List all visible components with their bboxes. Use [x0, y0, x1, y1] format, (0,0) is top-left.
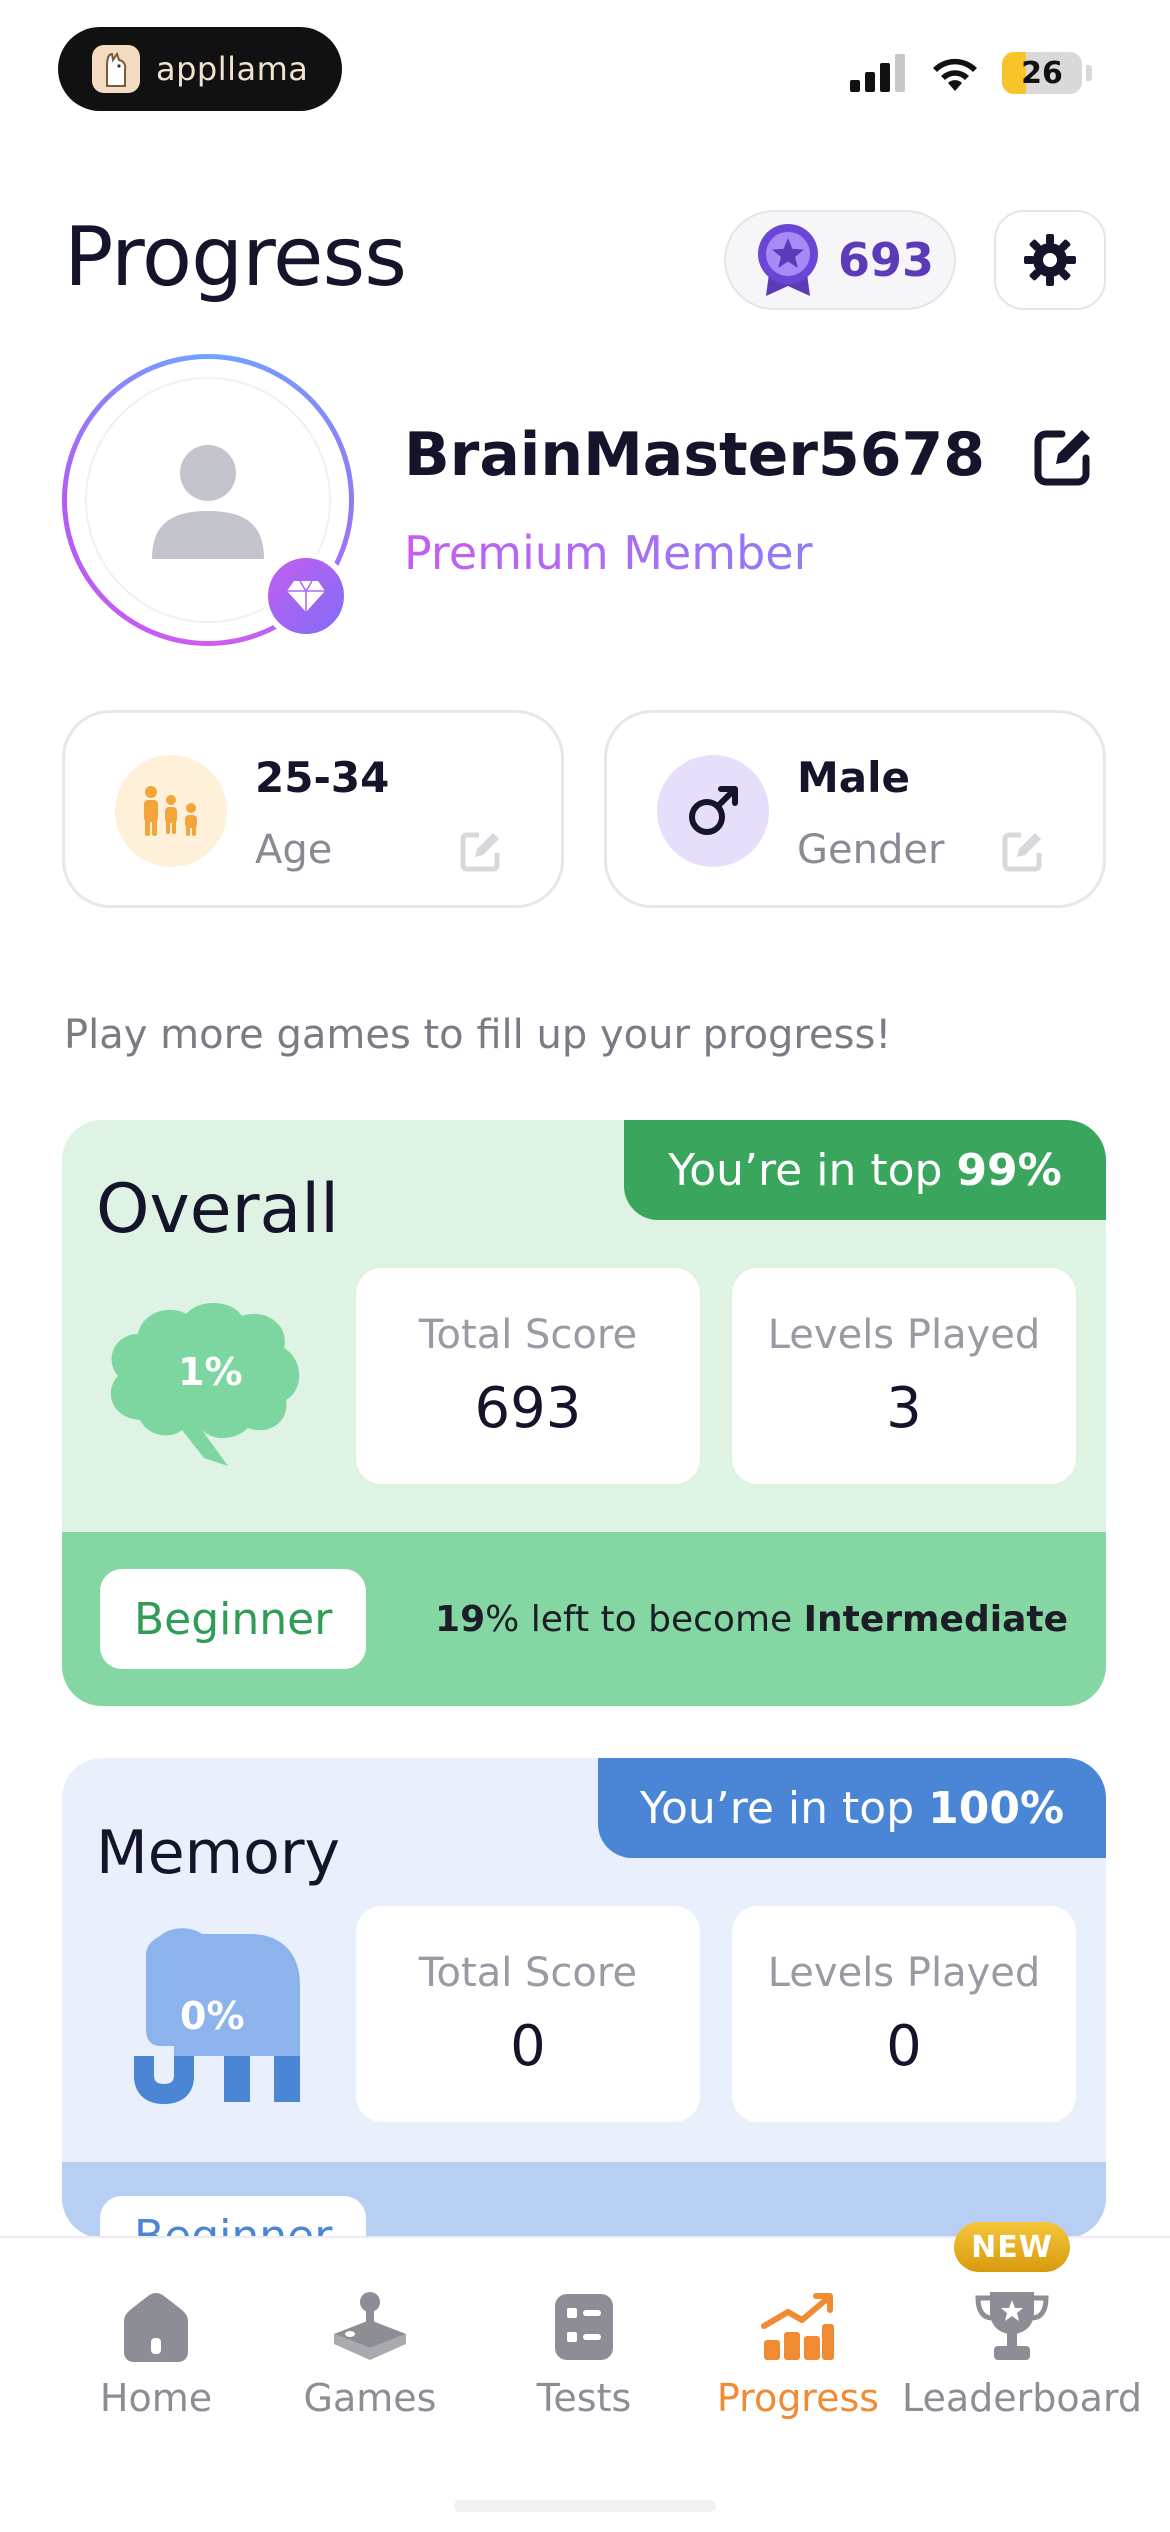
- tab-label: Tests: [536, 2376, 632, 2420]
- gear-icon: [1024, 234, 1076, 286]
- overall-title: Overall: [96, 1170, 340, 1249]
- home-indicator: [454, 2500, 716, 2512]
- memory-level-footer: Beginner: [62, 2162, 1106, 2238]
- rank-value: 100%: [928, 1782, 1065, 1834]
- tab-tests[interactable]: Tests: [474, 2266, 694, 2420]
- level-badge: Beginner: [100, 2196, 367, 2238]
- gender-card[interactable]: Male Gender: [604, 710, 1106, 908]
- age-label: Age: [255, 827, 333, 873]
- memory-levels-played: Levels Played 0: [732, 1906, 1076, 2122]
- edit-gender-icon[interactable]: [1001, 829, 1045, 873]
- gender-value: Male: [797, 753, 911, 802]
- edit-age-icon[interactable]: [459, 829, 503, 873]
- signal-icon: [850, 54, 905, 92]
- progress-hint: Play more games to fill up your progress…: [64, 1012, 892, 1058]
- page-title: Progress: [64, 210, 407, 305]
- left-text: % left to become: [485, 1598, 793, 1640]
- battery-indicator: 26: [1002, 52, 1082, 94]
- memory-percent: 0%: [180, 1994, 245, 2038]
- level-badge: Beginner: [100, 1569, 367, 1669]
- membership-status: Premium Member: [404, 526, 813, 580]
- overall-card[interactable]: You’re in top 99% Overall 1% Total Score…: [62, 1120, 1106, 1706]
- tab-progress[interactable]: Progress: [688, 2266, 908, 2420]
- memory-total-score: Total Score 0: [356, 1906, 700, 2122]
- family-icon: [115, 755, 227, 867]
- settings-button[interactable]: [994, 210, 1106, 310]
- rank-prefix: You’re in top: [639, 1782, 915, 1834]
- tab-label: Progress: [716, 2376, 880, 2420]
- battery-level: 26: [1021, 55, 1063, 91]
- elephant-icon: 0%: [100, 1926, 310, 2106]
- chart-icon: [761, 2293, 834, 2360]
- next-level: Intermediate: [803, 1598, 1068, 1640]
- total-score-label: Total Score: [418, 1312, 638, 1358]
- username: BrainMaster5678: [404, 420, 985, 490]
- app-name: appllama: [156, 50, 309, 88]
- overall-level-footer: Beginner 19% left to become Intermediate: [62, 1532, 1106, 1706]
- overall-total-score: Total Score 693: [356, 1268, 700, 1484]
- male-icon: [657, 755, 769, 867]
- wifi-icon: [933, 58, 977, 91]
- rank-value: 99%: [956, 1144, 1062, 1196]
- new-badge: NEW: [954, 2222, 1070, 2272]
- overall-levels-played: Levels Played 3: [732, 1268, 1076, 1484]
- bottom-tab-bar: Home Games Tests Progress Leaderboard: [0, 2236, 1170, 2532]
- tab-leaderboard[interactable]: Leaderboard: [902, 2266, 1143, 2420]
- memory-card[interactable]: You’re in top 100% Memory 0% Total Score…: [62, 1758, 1106, 2238]
- age-card[interactable]: 25-34 Age: [62, 710, 564, 908]
- diamond-icon: [287, 580, 325, 612]
- tab-label: Home: [99, 2376, 213, 2420]
- brain-icon: 1%: [100, 1290, 310, 1470]
- medal-icon: [758, 224, 818, 296]
- points-badge[interactable]: 693: [724, 210, 956, 310]
- left-percent: 19: [435, 1598, 486, 1640]
- age-value: 25-34: [255, 753, 390, 802]
- home-icon: [124, 2293, 188, 2362]
- levels-played-value: 3: [886, 1376, 922, 1441]
- levels-played-label: Levels Played: [767, 1312, 1041, 1358]
- memory-rank-banner: You’re in top 100%: [598, 1758, 1106, 1858]
- user-icon: [152, 445, 264, 559]
- llama-icon: [92, 45, 140, 93]
- gender-label: Gender: [797, 827, 945, 873]
- total-score-value: 0: [510, 2014, 546, 2079]
- system-status: 26: [850, 52, 1092, 94]
- overall-percent: 1%: [178, 1350, 243, 1394]
- tab-label: Leaderboard: [902, 2376, 1143, 2420]
- edit-profile-button[interactable]: [1032, 424, 1096, 488]
- total-score-label: Total Score: [418, 1950, 638, 1996]
- memory-title: Memory: [96, 1818, 341, 1888]
- trophy-icon: [975, 2292, 1049, 2360]
- clipboard-icon: [555, 2294, 613, 2360]
- tab-games[interactable]: Games: [260, 2266, 480, 2420]
- levels-played-label: Levels Played: [767, 1950, 1041, 1996]
- levels-played-value: 0: [886, 2014, 922, 2079]
- rank-prefix: You’re in top: [668, 1144, 943, 1196]
- points-value: 693: [838, 233, 935, 287]
- level-progress-note: 19% left to become Intermediate: [435, 1599, 1068, 1640]
- premium-gem-badge: [262, 552, 350, 640]
- app-badge: appllama: [58, 27, 342, 111]
- overall-rank-banner: You’re in top 99%: [624, 1120, 1106, 1220]
- joystick-icon: [334, 2292, 406, 2360]
- tab-label: Games: [303, 2376, 437, 2420]
- tab-home[interactable]: Home: [46, 2266, 266, 2420]
- total-score-value: 693: [474, 1376, 582, 1441]
- edit-icon: [1034, 430, 1090, 486]
